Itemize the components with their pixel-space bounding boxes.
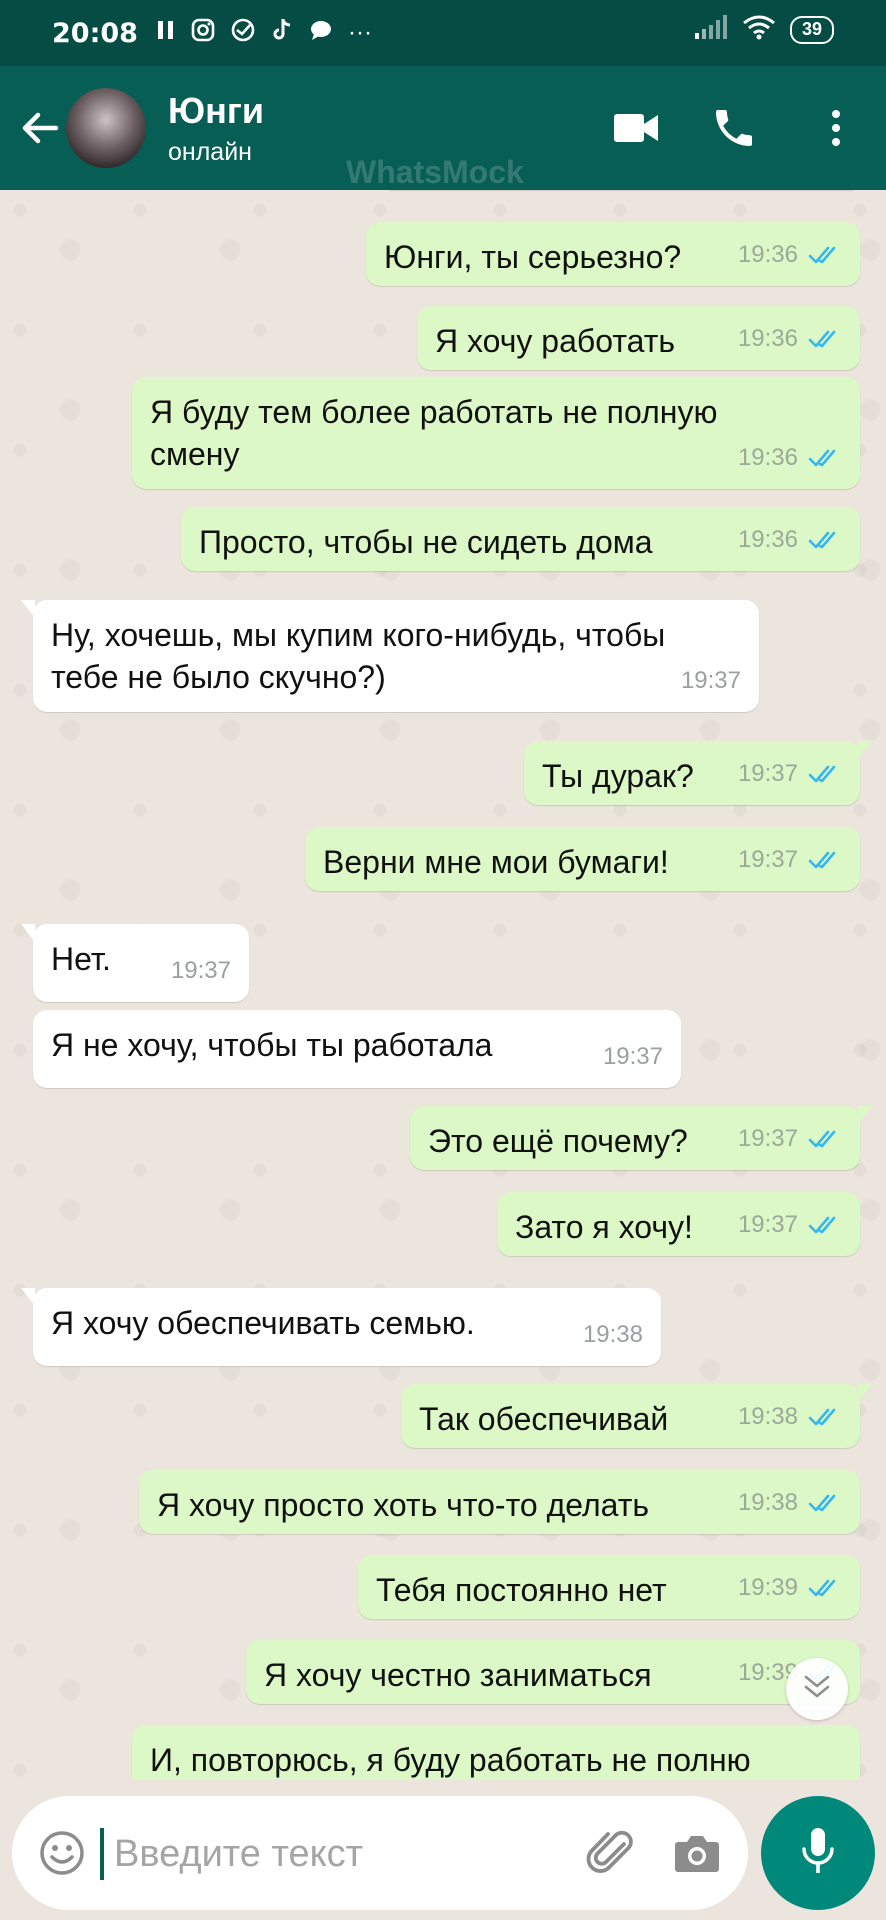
read-ticks-icon bbox=[808, 1130, 836, 1148]
video-call-icon[interactable] bbox=[612, 108, 660, 148]
voice-message-button[interactable] bbox=[761, 1796, 875, 1910]
message-time: 19:37 bbox=[680, 667, 741, 694]
message-bubble[interactable]: Тебя постоянно нет 19:39 bbox=[358, 1555, 860, 1619]
message-time: 19:36 bbox=[737, 444, 798, 471]
message-time: 19:37 bbox=[737, 760, 798, 787]
message-text: Я хочу обеспечивать семью. bbox=[51, 1305, 475, 1341]
message-bubble[interactable]: Ты дурак? 19:37 bbox=[524, 741, 872, 805]
status-right-icons: 39 bbox=[694, 14, 834, 45]
scroll-to-bottom-button[interactable] bbox=[786, 1658, 848, 1720]
tiktok-icon bbox=[270, 17, 294, 50]
more-options-icon[interactable] bbox=[820, 104, 852, 152]
watermark: WhatsMock bbox=[346, 154, 524, 190]
message-bubble[interactable]: Я буду тем более работать не полную смен… bbox=[132, 377, 860, 489]
instagram-icon bbox=[190, 17, 216, 50]
message-time: 19:37 bbox=[170, 957, 231, 984]
message-time: 19:38 bbox=[582, 1321, 643, 1348]
message-text: Ну, хочешь, мы купим кого-нибудь, чтобы … bbox=[51, 617, 666, 695]
contact-status: онлайн bbox=[168, 138, 252, 166]
message-time: 19:37 bbox=[737, 1211, 798, 1238]
back-arrow-icon[interactable] bbox=[16, 104, 64, 152]
wifi-icon bbox=[742, 14, 776, 45]
message-time: 19:36 bbox=[737, 241, 798, 268]
chat-notification-icon bbox=[308, 17, 334, 50]
message-bubble[interactable]: Я хочу честно заниматься 19:39 bbox=[246, 1640, 860, 1704]
chat-header: Юнги онлайн WhatsMock bbox=[0, 66, 886, 190]
message-bubble[interactable]: Нет. 19:37 bbox=[21, 924, 249, 1002]
message-time: 19:38 bbox=[737, 1489, 798, 1516]
read-ticks-icon bbox=[808, 449, 836, 467]
message-time: 19:36 bbox=[737, 526, 798, 553]
message-time: 19:39 bbox=[737, 1574, 798, 1601]
message-bubble[interactable]: Просто, чтобы не сидеть дома 19:36 bbox=[181, 507, 860, 571]
message-bubble[interactable]: Зато я хочу! 19:37 bbox=[497, 1192, 860, 1256]
read-ticks-icon bbox=[808, 1216, 836, 1234]
chat-messages[interactable]: Юнги, ты серьезно? 19:36 Я хочу работать… bbox=[0, 190, 886, 1780]
message-bubble[interactable]: Верни мне мои бумаги! 19:37 bbox=[305, 827, 860, 891]
message-bubble[interactable]: Ну, хочешь, мы купим кого-нибудь, чтобы … bbox=[21, 600, 759, 712]
message-time: 19:37 bbox=[737, 1125, 798, 1152]
bank-app-icon bbox=[230, 17, 256, 50]
message-time: 19:36 bbox=[737, 325, 798, 352]
text-cursor bbox=[100, 1828, 104, 1880]
signal-icon bbox=[694, 15, 728, 44]
phone-call-icon[interactable] bbox=[710, 104, 758, 152]
message-bubble[interactable]: Это ещё почему? 19:37 bbox=[410, 1106, 872, 1170]
status-notification-icons: ··· bbox=[156, 17, 372, 50]
message-bubble[interactable]: Юнги, ты серьезно? 19:36 bbox=[366, 222, 860, 286]
read-ticks-icon bbox=[808, 1494, 836, 1512]
double-chevron-down-icon bbox=[802, 1673, 832, 1706]
message-bubble[interactable]: И, повторюсь, я буду работать не полню bbox=[132, 1725, 860, 1780]
read-ticks-icon bbox=[808, 1579, 836, 1597]
emoji-icon[interactable] bbox=[38, 1829, 86, 1877]
message-bubble[interactable]: Я хочу просто хоть что-то делать 19:38 bbox=[139, 1470, 860, 1534]
message-bubble[interactable]: Так обеспечивай 19:38 bbox=[401, 1384, 872, 1448]
read-ticks-icon bbox=[808, 765, 836, 783]
message-input-bar bbox=[12, 1796, 748, 1910]
message-time: 19:37 bbox=[602, 1043, 663, 1070]
read-ticks-icon bbox=[808, 1408, 836, 1426]
message-text: Я не хочу, чтобы ты работала bbox=[51, 1027, 493, 1063]
message-input[interactable] bbox=[112, 1822, 556, 1886]
read-ticks-icon bbox=[808, 851, 836, 869]
paperclip-icon[interactable] bbox=[586, 1826, 640, 1880]
read-ticks-icon bbox=[808, 531, 836, 549]
battery-indicator: 39 bbox=[789, 15, 834, 44]
more-notifications-icon: ··· bbox=[347, 19, 372, 46]
status-bar: 20:08 ··· 39 bbox=[0, 0, 886, 66]
message-text: И, повторюсь, я буду работать не полню bbox=[150, 1742, 751, 1778]
message-time: 19:38 bbox=[737, 1403, 798, 1430]
message-time: 19:37 bbox=[737, 846, 798, 873]
status-time: 20:08 bbox=[52, 17, 138, 49]
contact-avatar[interactable] bbox=[66, 88, 146, 168]
read-ticks-icon bbox=[808, 246, 836, 264]
message-bubble[interactable]: Я хочу работать 19:36 bbox=[417, 306, 860, 370]
camera-icon[interactable] bbox=[672, 1830, 722, 1876]
microphone-icon bbox=[798, 1825, 838, 1882]
contact-name[interactable]: Юнги bbox=[168, 90, 264, 132]
message-bubble[interactable]: Я не хочу, чтобы ты работала 19:37 bbox=[33, 1010, 681, 1088]
message-bubble[interactable]: Я хочу обеспечивать семью. 19:38 bbox=[21, 1288, 661, 1366]
read-ticks-icon bbox=[808, 330, 836, 348]
pause-icon bbox=[156, 19, 176, 48]
